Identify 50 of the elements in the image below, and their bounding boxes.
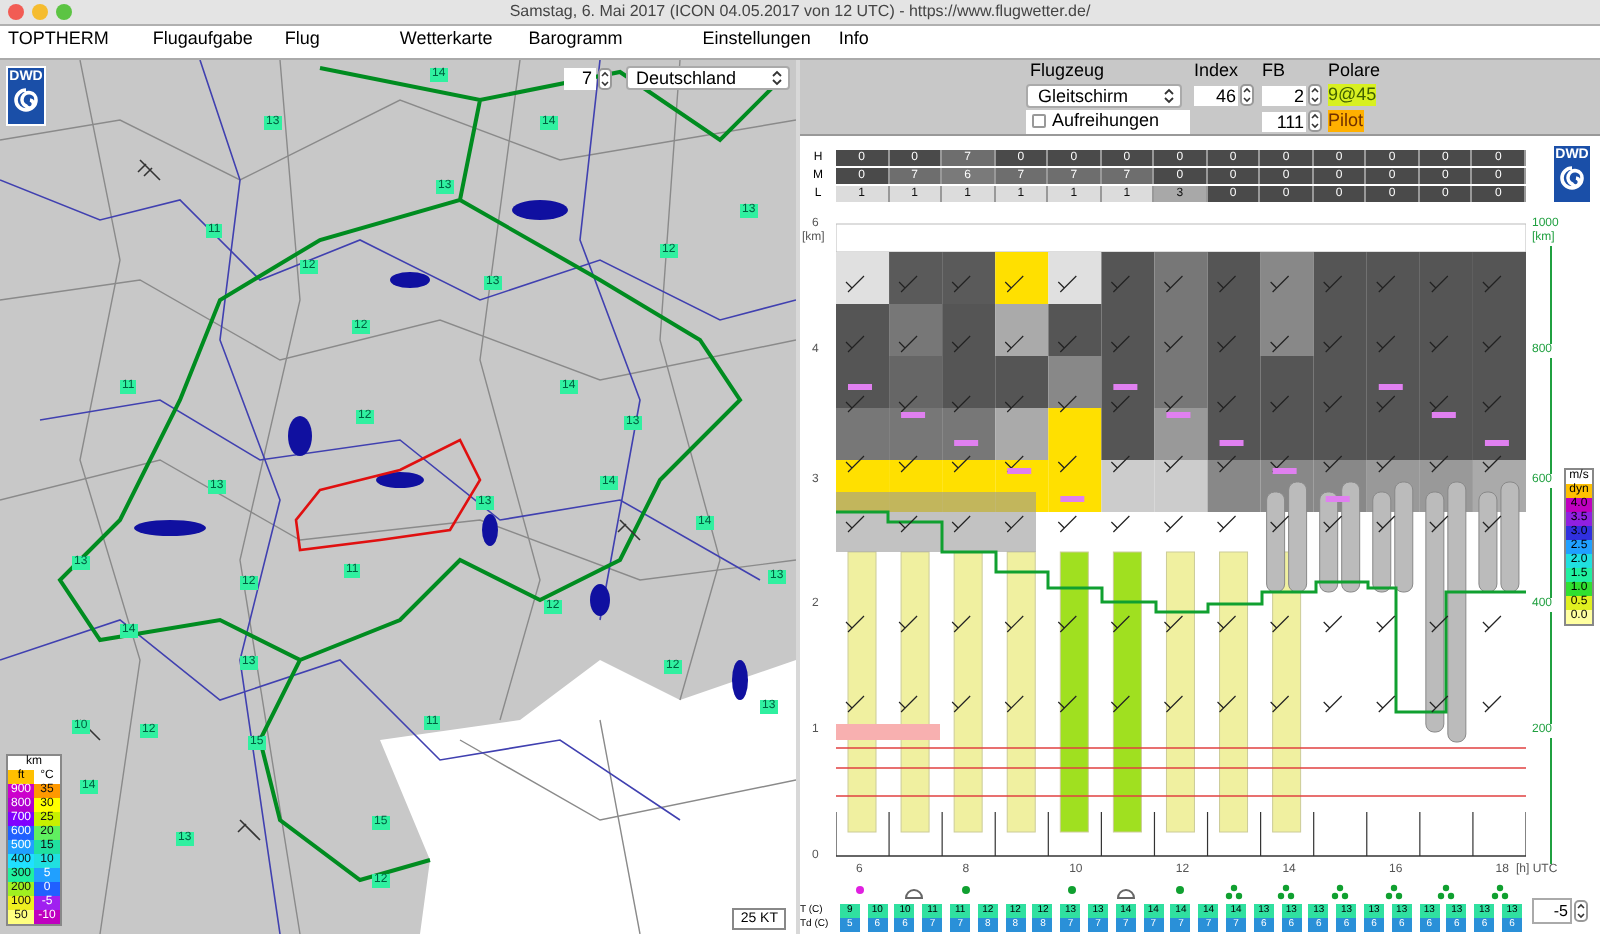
weather-dots-icon <box>1490 882 1510 902</box>
swirl-icon <box>12 86 40 114</box>
aircraft-dropdown[interactable]: Gleitschirm <box>1026 83 1182 107</box>
swirl-icon <box>1558 164 1586 192</box>
wind-barb <box>137 159 161 181</box>
weather-dots-icon <box>1436 882 1456 902</box>
weather-dots-icon <box>1384 882 1404 902</box>
close-button[interactable] <box>8 4 24 20</box>
stepper-icon[interactable] <box>1240 84 1254 106</box>
field-label: Polare <box>1328 57 1383 84</box>
caret-icon <box>772 70 782 86</box>
stepper-icon[interactable] <box>598 67 612 89</box>
lake-shape <box>390 272 430 288</box>
lake-shape <box>376 472 424 488</box>
menu-item[interactable]: Flug <box>284 26 320 54</box>
lake-shape <box>288 416 312 456</box>
weather-dots-icon <box>1276 882 1296 902</box>
zoom-field[interactable]: 7 <box>564 67 596 89</box>
field-label: Flugzeug <box>1028 57 1107 84</box>
weather-dots-icon <box>1224 882 1244 902</box>
index-field[interactable]: 46 <box>1194 85 1238 105</box>
fb-field[interactable]: 2 <box>1262 85 1306 105</box>
weight-field[interactable]: 111 <box>1262 111 1306 131</box>
lake-shape <box>134 520 206 536</box>
lake-shape <box>590 584 610 616</box>
wind-barb <box>237 819 261 841</box>
wind-barb <box>617 519 641 541</box>
lake-shape <box>732 660 748 700</box>
alignment-checkbox[interactable]: Aufreihungen <box>1026 109 1190 133</box>
caret-icon <box>1164 87 1174 103</box>
window-title: Samstag, 6. Mai 2017 (ICON 04.05.2017 von 12 UTC) - https://www.flugwetter.de/ <box>509 0 1091 24</box>
pilot-label: Pilot <box>1328 110 1364 132</box>
region-dropdown[interactable]: Deutschland <box>626 66 790 90</box>
menu-item[interactable]: Flugaufgabe <box>152 26 253 54</box>
menu-item[interactable]: Info <box>838 26 869 54</box>
menu-item[interactable]: Wetterkarte <box>399 26 493 54</box>
lake-shape <box>512 200 568 220</box>
stepper-icon[interactable] <box>1308 110 1322 132</box>
menu-item[interactable]: Barogramm <box>528 26 623 54</box>
polar-value: 9@45 <box>1328 84 1376 106</box>
offset-field[interactable]: -5 <box>1532 898 1572 924</box>
field-label: FB <box>1262 57 1288 84</box>
lake-shape <box>482 514 498 546</box>
weather-dots-icon <box>1330 882 1350 902</box>
checkbox-icon <box>1032 114 1046 128</box>
menu-item[interactable]: TOPTHERM <box>8 26 109 54</box>
field-label: Index <box>1194 57 1241 84</box>
stepper-icon[interactable] <box>1308 84 1322 106</box>
stepper-icon[interactable] <box>1574 900 1588 922</box>
menu-item[interactable]: Einstellungen <box>702 26 811 54</box>
